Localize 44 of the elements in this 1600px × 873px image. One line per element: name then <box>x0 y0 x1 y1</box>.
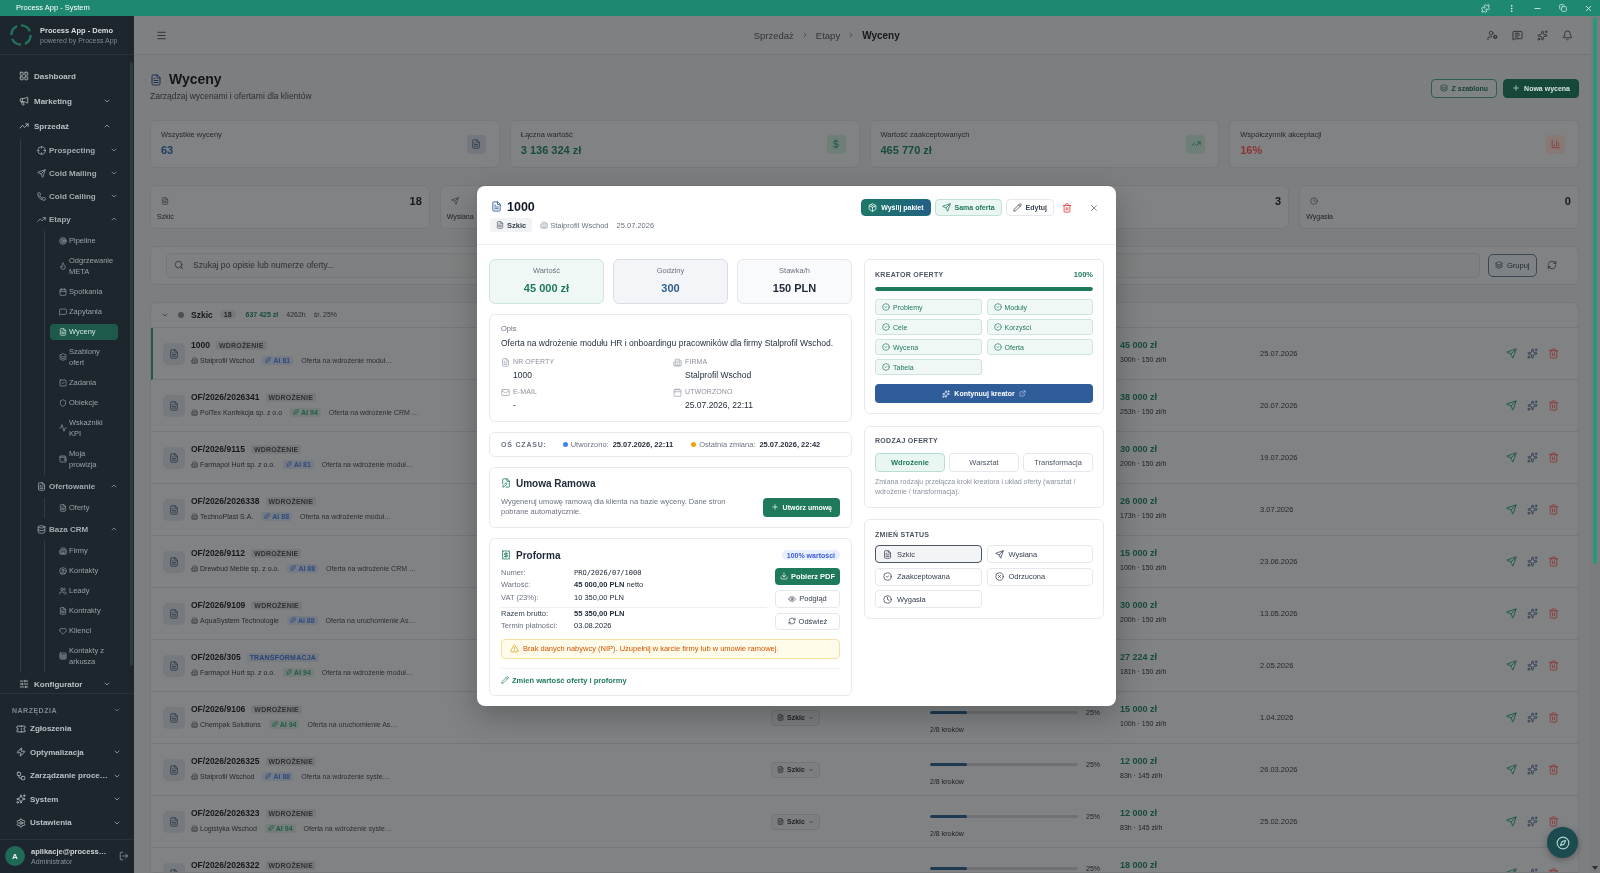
quote-value: 38 000 zł <box>1120 391 1159 403</box>
breadcrumb-current: Wyceny <box>862 29 900 41</box>
quote-number: OF/2026/2026323 <box>191 808 260 818</box>
stat-value: 3 136 324 zł <box>520 143 582 158</box>
quote-value: 45 000 zł <box>1120 339 1159 351</box>
quote-number: OF/2026/9115 <box>191 444 245 454</box>
quote-number: OF/2026/305 <box>191 652 241 662</box>
status-count: 0 <box>1564 195 1571 207</box>
description-text: Oferta na wdrożenie modułu HR i onboardingu pracowników dla firmy Stalprofil Wschod. <box>501 337 835 349</box>
metric-value: 150 PLN <box>772 281 817 295</box>
metric-value: 300 <box>661 281 680 295</box>
quote-value: 15 000 zł <box>1120 547 1159 559</box>
quote-value: 15 000 zł <box>1120 703 1159 715</box>
quote-value: 12 000 zł <box>1120 755 1159 767</box>
field-value: - <box>513 399 517 411</box>
quote-number: OF/2026/9106 <box>191 704 246 714</box>
quote-number: OF/2026/9112 <box>191 548 245 558</box>
field-value: 25.07.2026, 22:11 <box>685 399 754 411</box>
quote-number: OF/2026/2026322 <box>191 860 260 870</box>
quote-value: 18 000 zł <box>1120 859 1159 871</box>
stat-value: 16% <box>1240 143 1264 158</box>
quote-number: 1000 <box>191 340 210 350</box>
quote-value: 30 000 zł <box>1120 443 1159 455</box>
quote-number: OF/2026/2026341 <box>191 392 260 402</box>
quote-value: 27 224 zł <box>1120 651 1159 663</box>
quote-value: 12 000 zł <box>1120 807 1159 819</box>
quote-value: 26 000 zł <box>1120 495 1159 507</box>
field-value: Stalprofil Wschod <box>685 369 753 381</box>
quote-number: OF/2026/9109 <box>191 600 246 610</box>
stat-value: 465 770 zł <box>880 143 933 158</box>
section-title: Proforma <box>516 549 561 561</box>
page-title: Wyceny <box>169 71 222 88</box>
quote-value: 30 000 zł <box>1120 599 1159 611</box>
status-count: 18 <box>409 195 422 207</box>
group-label: Szkic <box>191 309 213 320</box>
field-value: 1000 <box>513 369 533 381</box>
user-avatar: A <box>5 846 25 867</box>
page-subtitle: Zarządzaj wycenami i ofertami dla klientów <box>150 91 312 102</box>
quote-number: OF/2026/2026338 <box>191 496 260 506</box>
metric-value: 45 000 zł <box>523 281 570 295</box>
quote-title: 1000 <box>507 199 535 214</box>
quote-number: OF/2026/2026325 <box>191 756 260 766</box>
status-count: 3 <box>1275 195 1282 207</box>
stat-value: 63 <box>161 143 175 158</box>
